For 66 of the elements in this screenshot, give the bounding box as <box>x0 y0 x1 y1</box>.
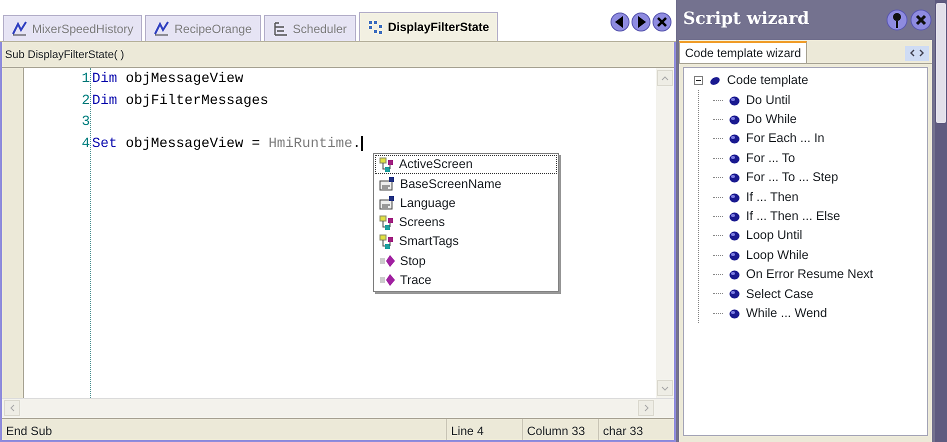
autocomplete-item[interactable]: Screens <box>375 212 557 232</box>
status-text: Line 4 <box>446 419 522 440</box>
object-icon <box>379 156 394 173</box>
autocomplete-item[interactable]: Language <box>375 194 557 213</box>
panel-tab[interactable]: Code template wizard <box>679 41 808 63</box>
close-icon[interactable] <box>910 9 932 31</box>
panel-title: Script wizard <box>683 8 810 32</box>
tree-item[interactable]: Do Until <box>746 90 790 110</box>
code-line: Dim objFilterMessages <box>92 92 270 111</box>
ball-icon <box>729 114 740 125</box>
ball-icon <box>729 308 740 319</box>
tree-item[interactable]: Select Case <box>746 284 814 304</box>
tree-item[interactable]: For ... To <box>746 148 796 168</box>
tree-item[interactable]: Loop While <box>746 246 809 265</box>
chart-icon <box>154 21 170 36</box>
ball-icon <box>729 152 740 164</box>
tab-scroll-arrows-icon[interactable] <box>909 48 925 58</box>
collapse-icon[interactable] <box>694 76 703 86</box>
ball-icon <box>729 269 740 280</box>
ball-icon <box>729 172 740 184</box>
autocomplete-item[interactable]: SmartTags <box>375 232 557 252</box>
ball-icon <box>729 250 740 261</box>
tree-item[interactable]: On Error Resume Next <box>746 265 874 284</box>
ball-icon <box>729 230 740 242</box>
ball-icon <box>729 133 740 144</box>
status-text: char 33 <box>598 419 674 440</box>
chart-icon <box>12 21 27 36</box>
tree-item[interactable]: While ... Wend <box>746 304 828 323</box>
autocomplete-item[interactable]: ActiveScreen <box>375 155 557 174</box>
autocomplete-item[interactable]: Trace <box>375 270 557 290</box>
tree-item[interactable]: Loop Until <box>746 226 802 246</box>
close-icon[interactable] <box>652 12 672 32</box>
tree-item[interactable]: For Each ... In <box>746 129 825 148</box>
autocomplete-item[interactable]: Stop <box>375 251 557 271</box>
procedure-header: Sub DisplayFilterState( ) <box>2 42 674 68</box>
grid-icon <box>368 20 383 34</box>
line-number: 3 <box>82 113 90 132</box>
tree-item[interactable]: Code template <box>727 71 808 90</box>
ball-icon <box>729 94 740 106</box>
list-icon <box>272 21 288 36</box>
tree-item[interactable]: If ... Then ... Else <box>746 207 840 226</box>
ball-icon <box>709 74 721 87</box>
status-text: End Sub <box>5 423 54 440</box>
property-icon <box>379 176 395 192</box>
pin-icon[interactable] <box>886 9 908 31</box>
line-number: 1 <box>82 70 90 89</box>
status-text: Column 33 <box>522 419 598 440</box>
object-icon <box>379 214 394 231</box>
method-icon <box>379 272 395 288</box>
tree-item[interactable]: If ... Then <box>746 188 799 206</box>
ball-icon <box>729 288 740 300</box>
autocomplete-item[interactable]: BaseScreenName <box>375 174 557 194</box>
code-line: Set objMessageView = HmiRuntime. <box>92 134 364 154</box>
method-icon <box>379 253 395 270</box>
tree-item[interactable]: For ... To ... Step <box>746 168 838 188</box>
next-icon[interactable] <box>631 12 651 32</box>
previous-icon[interactable] <box>610 12 630 32</box>
ball-icon <box>729 210 740 222</box>
code-line: Dim objMessageView <box>92 70 244 89</box>
object-icon <box>379 234 394 250</box>
ball-icon <box>729 192 740 203</box>
line-number: 4 <box>82 134 90 154</box>
tree-item[interactable]: Do While <box>746 110 797 129</box>
line-number: 2 <box>82 92 90 111</box>
property-icon <box>379 195 395 212</box>
editor-tab[interactable]: DisplayFilterState <box>358 12 498 41</box>
